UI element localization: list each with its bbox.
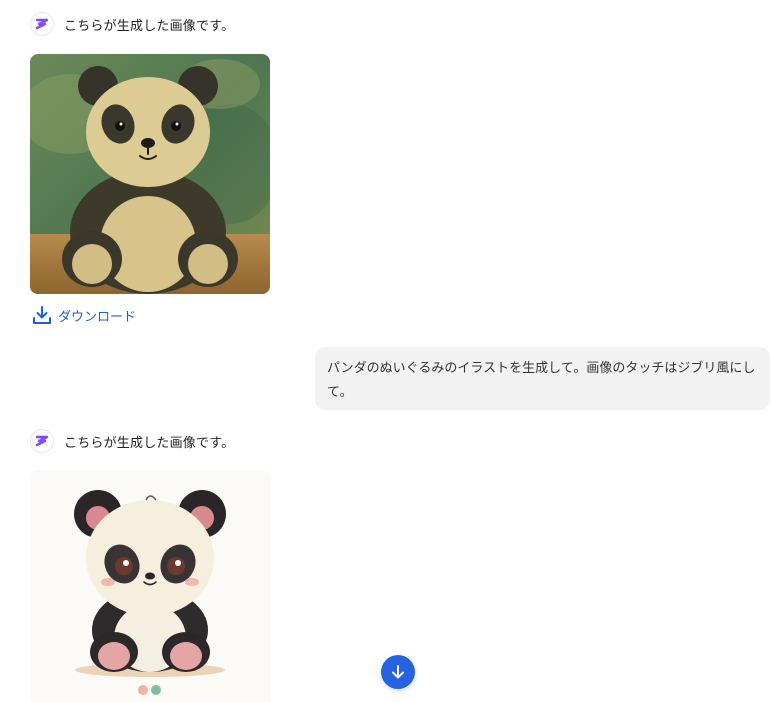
download-button[interactable]: ダウンロード [32, 305, 136, 325]
arrow-down-icon [392, 665, 404, 679]
s-logo-icon [35, 435, 49, 447]
plush-panda-image [30, 54, 270, 294]
download-label: ダウンロード [58, 309, 137, 325]
user-message: パンダのぬいぐるみのイラストを生成して。画像のタッチはジブリ風にして。 [315, 347, 770, 410]
assistant-message-text: こちらが生成した画像です。 [64, 435, 235, 451]
scroll-to-bottom-button[interactable] [381, 655, 415, 689]
assistant-message-text: こちらが生成した画像です。 [64, 18, 235, 34]
download-icon [33, 306, 51, 324]
generated-image-plush-panda[interactable] [30, 54, 270, 294]
s-logo-icon [35, 18, 49, 30]
assistant-avatar [30, 429, 54, 453]
generated-image-chibi-panda[interactable] [30, 470, 270, 702]
assistant-avatar [30, 12, 54, 36]
user-message-text: パンダのぬいぐるみのイラストを生成して。画像のタッチはジブリ風にして。 [327, 361, 756, 400]
chibi-panda-image [30, 470, 270, 702]
assistant-message-2: こちらが生成した画像です。 [30, 429, 234, 453]
assistant-message-1: こちらが生成した画像です。 [30, 12, 234, 36]
